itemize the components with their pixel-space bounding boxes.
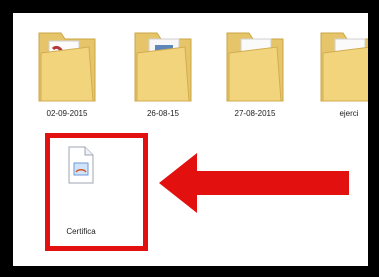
- folder-label: 02-09-2015: [46, 109, 88, 118]
- folder-item-27-08-2015[interactable]: 27-08-2015: [217, 19, 293, 129]
- folder-icon: [226, 32, 284, 102]
- folder-icon: [38, 32, 96, 102]
- folder-item-02-09-2015[interactable]: 02-09-2015: [29, 19, 105, 129]
- folder-label: 27-08-2015: [234, 109, 276, 118]
- folder-icon: [134, 32, 192, 102]
- folder-icon: [320, 32, 368, 102]
- highlight-box: [45, 133, 148, 251]
- red-arrow-icon: [159, 153, 349, 213]
- outer-frame: 02-09-2015 26-08-15 27-08-2015 ejerci Ce…: [3, 3, 376, 274]
- folder-item-ejerci[interactable]: ejerci: [311, 19, 368, 129]
- folder-label: 26-08-15: [146, 109, 180, 118]
- folder-item-26-08-15[interactable]: 26-08-15: [125, 19, 201, 129]
- explorer-file-pane: 02-09-2015 26-08-15 27-08-2015 ejerci Ce…: [13, 13, 368, 266]
- folder-label: ejerci: [339, 109, 359, 118]
